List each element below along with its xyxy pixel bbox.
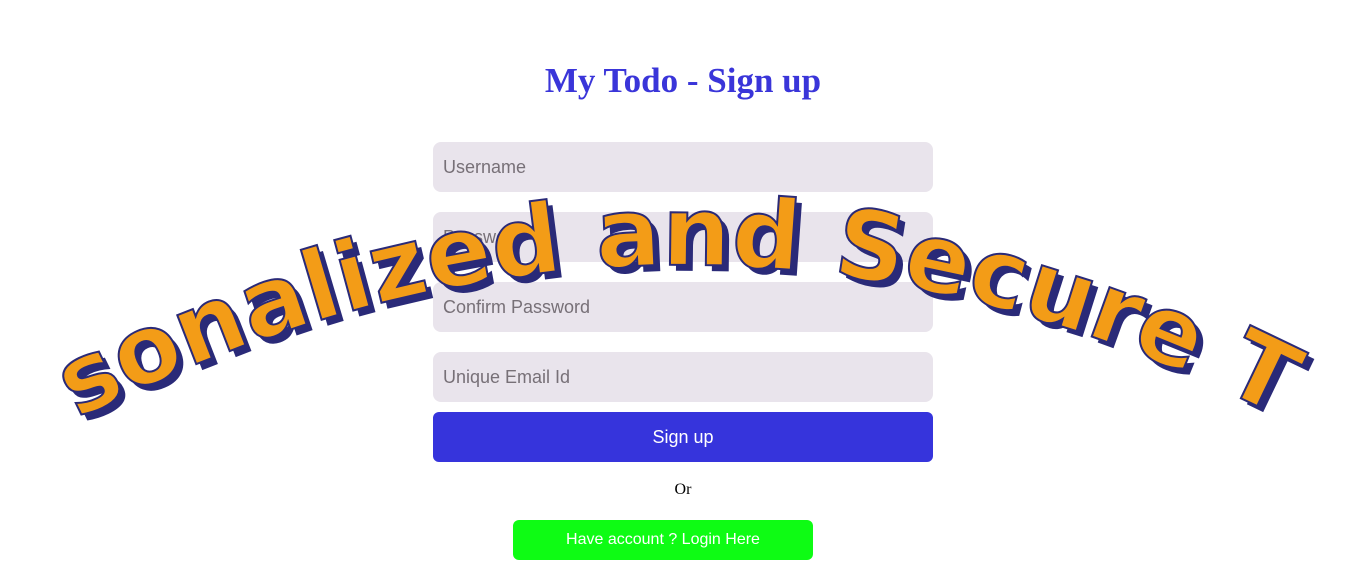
- login-button[interactable]: Have account ? Login Here: [513, 520, 813, 560]
- username-input[interactable]: [433, 142, 933, 192]
- confirm-password-input[interactable]: [433, 282, 933, 332]
- password-input[interactable]: [433, 212, 933, 262]
- page-title: My Todo - Sign up: [544, 61, 822, 100]
- or-divider-text: Or: [674, 481, 692, 498]
- email-input[interactable]: [433, 352, 933, 402]
- signup-button[interactable]: Sign up: [433, 412, 933, 462]
